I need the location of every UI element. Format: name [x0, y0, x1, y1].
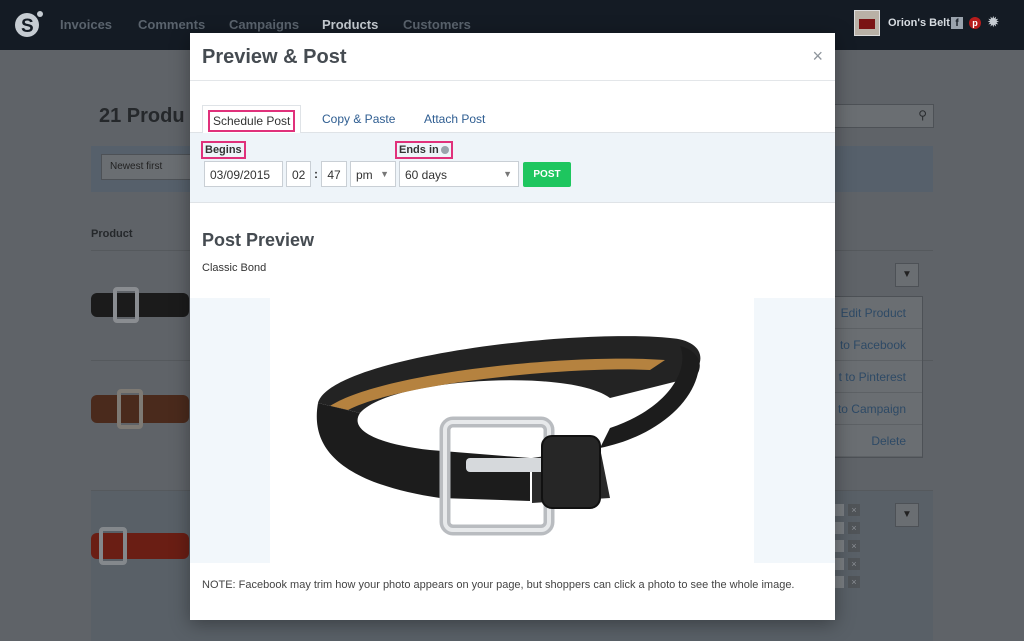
nav-campaigns[interactable]: Campaigns: [229, 17, 299, 32]
product-thumbnail: [91, 527, 189, 565]
duration-value: 60 days: [405, 168, 448, 182]
tab-copy-paste[interactable]: Copy & Paste: [322, 105, 395, 133]
duration-select[interactable]: 60 days ▼: [399, 161, 519, 187]
product-thumbnail: [91, 287, 189, 323]
tab-schedule-post[interactable]: Schedule Post: [202, 105, 302, 134]
preview-post-modal: Preview & Post × Schedule Post Copy & Pa…: [190, 33, 835, 620]
facebook-trim-note: NOTE: Facebook may trim how your photo a…: [202, 579, 795, 591]
ampm-value: pm: [356, 168, 373, 182]
chevron-down-icon: ▼: [380, 169, 389, 179]
post-preview-title: Post Preview: [202, 230, 315, 250]
shoplo-logo-icon[interactable]: S: [14, 9, 44, 39]
begin-minute-input[interactable]: 47: [321, 161, 347, 187]
modal-header: Preview & Post ×: [190, 33, 835, 81]
chevron-down-icon: ▼: [503, 169, 512, 179]
ends-in-label: Ends in: [395, 141, 453, 159]
photo-frame: [270, 298, 754, 563]
time-separator: :: [314, 167, 318, 181]
search-icon: ⚲: [918, 108, 927, 122]
store-name[interactable]: Orion's Belt: [888, 17, 950, 29]
nav-products[interactable]: Products: [322, 17, 378, 32]
tag-chip: ×: [834, 576, 862, 588]
begins-label: Begins: [201, 141, 246, 159]
close-icon[interactable]: ×: [812, 46, 823, 67]
store-menu[interactable]: Orion's Belt f p ✹: [854, 10, 1024, 40]
sort-select: Newest first: [101, 154, 196, 180]
column-header-product: Product: [91, 228, 133, 240]
row-actions-button: ▼: [895, 263, 919, 287]
tag-chip: ×: [834, 540, 862, 552]
modal-title: Preview & Post: [202, 46, 347, 68]
page-title: 21 Produ: [99, 105, 185, 127]
begin-date-input[interactable]: 03/09/2015: [204, 161, 283, 187]
facebook-icon[interactable]: f: [951, 17, 963, 29]
menu-post-facebook: to Facebook: [831, 329, 922, 361]
tab-label: Schedule Post: [208, 110, 296, 132]
row-actions-menu: Edit Product to Facebook t to Pinterest …: [830, 296, 923, 458]
search-input: ⚲: [834, 104, 934, 128]
product-thumbnail: [91, 389, 189, 429]
tag-chip: ×: [834, 522, 862, 534]
ampm-select[interactable]: pm ▼: [350, 161, 396, 187]
tag-chip: ×: [834, 504, 862, 516]
menu-delete: Delete: [831, 425, 922, 457]
modal-tabs: Schedule Post Copy & Paste Attach Post: [190, 105, 835, 134]
tab-attach-post[interactable]: Attach Post: [424, 105, 485, 133]
menu-edit-product: Edit Product: [831, 297, 922, 329]
menu-add-campaign: to Campaign: [831, 393, 922, 425]
ends-in-text: Ends in: [399, 144, 439, 156]
pinterest-icon[interactable]: p: [969, 17, 981, 29]
begin-hour-input[interactable]: 02: [286, 161, 311, 187]
tag-chip: ×: [834, 558, 862, 570]
store-avatar[interactable]: [854, 10, 880, 36]
product-photo: [190, 298, 835, 563]
gear-icon[interactable]: ✹: [987, 13, 1000, 31]
belt-image: [316, 336, 701, 536]
schedule-panel: Begins 03/09/2015 02 : 47 pm ▼ Ends in 6…: [190, 133, 835, 203]
post-button[interactable]: POST: [523, 162, 571, 187]
menu-post-pinterest: t to Pinterest: [831, 361, 922, 393]
svg-text:S: S: [21, 16, 34, 37]
nav-comments[interactable]: Comments: [138, 17, 205, 32]
info-icon[interactable]: [440, 146, 449, 155]
product-name: Classic Bond: [202, 262, 267, 274]
nav-invoices[interactable]: Invoices: [60, 17, 112, 32]
row-actions-button: ▼: [895, 503, 919, 527]
nav-customers[interactable]: Customers: [403, 17, 471, 32]
